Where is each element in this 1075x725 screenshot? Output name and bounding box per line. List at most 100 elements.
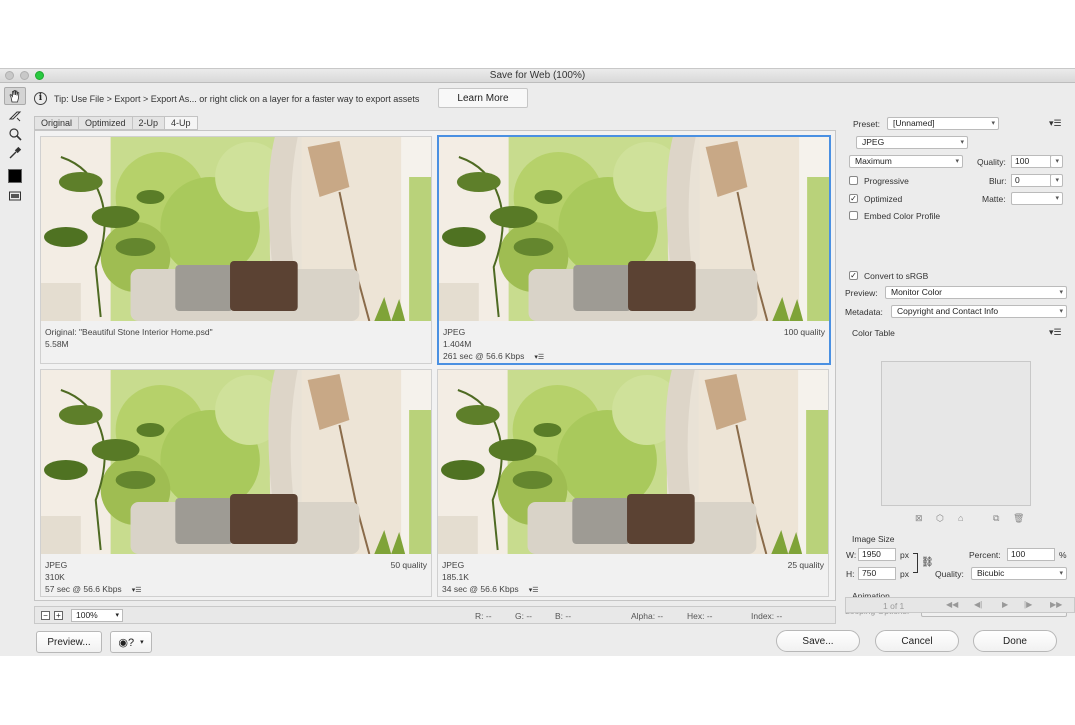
- frame-counter: 1 of 1: [883, 601, 905, 611]
- play-icon[interactable]: ▶: [1002, 600, 1008, 609]
- progressive-label: Progressive: [864, 176, 909, 186]
- width-unit: px: [900, 550, 909, 560]
- zoom-out-button[interactable]: −: [41, 611, 50, 620]
- cancel-button[interactable]: Cancel: [875, 630, 959, 652]
- format-select[interactable]: JPEG ▾: [856, 136, 968, 149]
- slice-select-tool[interactable]: [4, 107, 26, 125]
- convert-srgb-checkbox[interactable]: ✓: [849, 271, 858, 280]
- tab-4up[interactable]: 4-Up: [165, 116, 198, 130]
- width-label: W:: [846, 550, 857, 560]
- pane-info-line3: 261 sec @ 56.6 Kbps ▾☰: [443, 351, 544, 361]
- color-swatch: [8, 169, 22, 183]
- preview-pane-optimized-3[interactable]: JPEG 25 quality 185.1K 34 sec @ 56.6 Kbp…: [437, 369, 829, 597]
- compression-select[interactable]: Maximum ▾: [849, 155, 963, 168]
- preview-mode-value: Monitor Color: [891, 287, 943, 297]
- learn-more-button[interactable]: Learn More: [438, 88, 528, 108]
- new-color-icon[interactable]: ⧉: [993, 513, 999, 524]
- preview-image: [41, 370, 431, 554]
- chevron-down-icon: ▾: [1059, 570, 1063, 577]
- previous-frame-icon[interactable]: ◀|: [974, 600, 982, 609]
- percent-input[interactable]: 100: [1007, 548, 1055, 561]
- chevron-down-icon: ▾: [955, 158, 959, 165]
- optimized-checkbox[interactable]: ✓: [849, 194, 858, 203]
- height-input[interactable]: 750: [858, 567, 896, 580]
- preview-pane-optimized-2[interactable]: JPEG 50 quality 310K 57 sec @ 56.6 Kbps ▾…: [40, 369, 432, 597]
- quality-slider-toggle[interactable]: ▾: [1050, 155, 1063, 168]
- save-for-web-dialog: Save for Web (100%) i Tip: Use File > Ex…: [0, 68, 1075, 656]
- zoom-tool[interactable]: [4, 125, 26, 143]
- preset-select[interactable]: [Unnamed] ▾: [887, 117, 999, 130]
- progressive-checkbox[interactable]: [849, 176, 858, 185]
- eyedropper-tool[interactable]: [4, 144, 26, 162]
- width-input[interactable]: 1950: [858, 548, 896, 561]
- readout-r: R: --: [475, 611, 492, 621]
- pane-info-line3: 34 sec @ 56.6 Kbps ▾☰: [442, 584, 538, 594]
- tab-2up[interactable]: 2-Up: [132, 116, 166, 130]
- chevron-down-icon: ▾: [1055, 177, 1059, 184]
- window-title: Save for Web (100%): [489, 70, 586, 81]
- trash-icon[interactable]: 🗑: [1013, 513, 1024, 524]
- lock-color-icon[interactable]: ⌂: [958, 513, 963, 523]
- hand-icon: [9, 90, 20, 103]
- pane-quality: 25 quality: [787, 560, 824, 570]
- pane-quality: 50 quality: [390, 560, 427, 570]
- toggle-slices-visibility[interactable]: [4, 187, 26, 205]
- save-button[interactable]: Save...: [776, 630, 860, 652]
- slices-visibility-icon: [9, 191, 21, 201]
- hand-tool[interactable]: [4, 87, 26, 105]
- preset-label: Preset:: [853, 119, 880, 129]
- next-frame-icon[interactable]: |▶: [1024, 600, 1032, 609]
- pane-info-line2: 185.1K: [442, 572, 469, 582]
- metadata-select[interactable]: Copyright and Contact Info ▾: [891, 305, 1067, 318]
- status-bar: − + 100% ▾ R: -- G: -- B: -- Alpha: -- He…: [34, 606, 836, 624]
- color-table[interactable]: [881, 361, 1031, 506]
- download-rate-menu-icon[interactable]: ▾☰: [132, 586, 142, 594]
- blur-label: Blur:: [989, 176, 1007, 186]
- pane-quality: 100 quality: [783, 327, 825, 337]
- preview-mode-select[interactable]: Monitor Color ▾: [885, 286, 1067, 299]
- pane-info-line1: JPEG: [442, 560, 465, 570]
- download-rate-menu-icon[interactable]: ▾☰: [534, 353, 544, 361]
- download-rate-menu-icon[interactable]: ▾☰: [529, 586, 539, 594]
- preset-value: [Unnamed]: [893, 118, 935, 128]
- metadata-value: Copyright and Contact Info: [897, 306, 999, 316]
- slice-select-icon: [8, 111, 22, 122]
- preview-pane-original[interactable]: Original: "Beautiful Stone Interior Home…: [40, 136, 432, 364]
- optimized-label: Optimized: [864, 194, 903, 204]
- zoom-level-select[interactable]: 100% ▾: [71, 609, 123, 622]
- readout-b: B: --: [555, 611, 572, 621]
- done-button[interactable]: Done: [973, 630, 1057, 652]
- browser-preview-button[interactable]: ◉? ▾: [110, 631, 152, 653]
- eyedropper-color-swatch[interactable]: [4, 167, 26, 185]
- web-snap-icon[interactable]: ⬡: [936, 513, 944, 524]
- pane-info-line1: JPEG: [443, 327, 466, 337]
- download-time: 261 sec @ 56.6 Kbps: [443, 351, 525, 361]
- pane-info-line1: Original: "Beautiful Stone Interior Home…: [45, 327, 213, 337]
- matte-select[interactable]: ▾: [1011, 192, 1063, 205]
- link-chain-icon[interactable]: ⛓: [921, 557, 934, 568]
- color-table-menu-icon[interactable]: ▾☰: [1049, 327, 1062, 338]
- view-tabs: Original Optimized 2-Up 4-Up: [34, 116, 198, 130]
- chevron-down-icon: ▾: [960, 139, 964, 146]
- blur-input[interactable]: 0: [1011, 174, 1051, 187]
- pane-info-line2: 1.404M: [443, 339, 472, 349]
- tab-original[interactable]: Original: [34, 116, 80, 130]
- embed-color-profile-checkbox[interactable]: [849, 211, 858, 220]
- preview-image: [41, 137, 431, 321]
- tip-text: Tip: Use File > Export > Export As... or…: [54, 94, 420, 104]
- animation-controls: 1 of 1 ◀◀ ◀| ▶ |▶ ▶▶: [845, 597, 1075, 613]
- settings-menu-icon[interactable]: ▾☰: [1049, 118, 1062, 129]
- first-frame-icon[interactable]: ◀◀: [946, 600, 958, 609]
- last-frame-icon[interactable]: ▶▶: [1050, 600, 1062, 609]
- title-bar: Save for Web (100%): [0, 69, 1075, 83]
- resample-quality-label: Quality:: [935, 569, 964, 579]
- map-transparent-icon[interactable]: ⊠: [915, 513, 923, 524]
- zoom-in-button[interactable]: +: [54, 611, 63, 620]
- quality-input[interactable]: 100: [1011, 155, 1051, 168]
- blur-slider-toggle[interactable]: ▾: [1050, 174, 1063, 187]
- preview-button[interactable]: Preview...: [36, 631, 102, 653]
- resample-quality-select[interactable]: Bicubic ▾: [971, 567, 1067, 580]
- tab-optimized[interactable]: Optimized: [79, 116, 133, 130]
- preview-pane-optimized-1[interactable]: JPEG 100 quality 1.404M 261 sec @ 56.6 K…: [437, 135, 831, 365]
- preview-area: Original: "Beautiful Stone Interior Home…: [34, 130, 836, 601]
